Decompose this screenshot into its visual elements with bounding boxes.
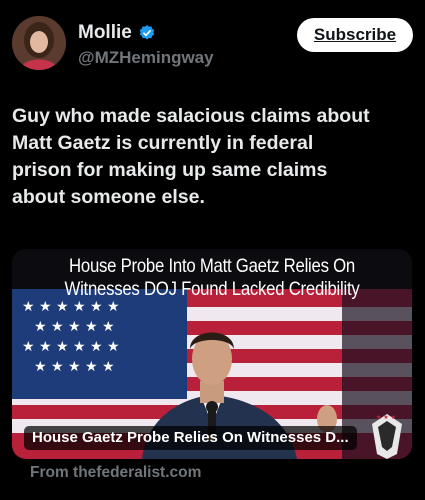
svg-text:★ ★ ★ ★ ★: ★ ★ ★ ★ ★ xyxy=(34,319,115,335)
svg-text:★ ★ ★: ★ ★ ★ xyxy=(376,414,396,421)
subscribe-button[interactable]: Subscribe xyxy=(297,18,413,52)
tweet-text: Guy who made salacious claims about Matt… xyxy=(12,103,412,211)
tweet-text-line: Matt Gaetz is currently in federal xyxy=(12,132,314,154)
tweet-text-line: Guy who made salacious claims about xyxy=(12,105,370,127)
svg-text:★ ★ ★ ★ ★ ★: ★ ★ ★ ★ ★ ★ xyxy=(22,339,120,355)
tweet-header: Mollie @MZHemingway Subscribe xyxy=(12,14,413,72)
verified-badge-icon xyxy=(139,25,155,40)
svg-text:★ ★ ★ ★ ★ ★: ★ ★ ★ ★ ★ ★ xyxy=(22,299,120,315)
card-source[interactable]: From thefederalist.com xyxy=(30,464,201,482)
card-headline-line: House Probe Into Matt Gaetz Relies On xyxy=(69,255,355,277)
card-headline-line: Witnesses DOJ Found Lacked Credibility xyxy=(64,278,360,300)
tweet-text-line: about someone else. xyxy=(12,186,205,208)
avatar[interactable] xyxy=(12,16,66,70)
author-handle[interactable]: @MZHemingway xyxy=(78,48,214,68)
tweet-text-line: prison for making up same claims xyxy=(12,159,328,181)
card-headline: House Probe Into Matt Gaetz Relies On Wi… xyxy=(40,255,384,301)
card-title[interactable]: House Gaetz Probe Relies On Witnesses D.… xyxy=(24,426,357,450)
link-card[interactable]: ★ ★ ★ ★ ★ ★ ★ ★ ★ ★ ★ ★ ★ ★ ★ ★ ★ ★ ★ ★ … xyxy=(12,249,412,459)
author-name[interactable]: Mollie xyxy=(78,22,132,44)
svg-text:★ ★ ★ ★ ★: ★ ★ ★ ★ ★ xyxy=(34,359,115,375)
